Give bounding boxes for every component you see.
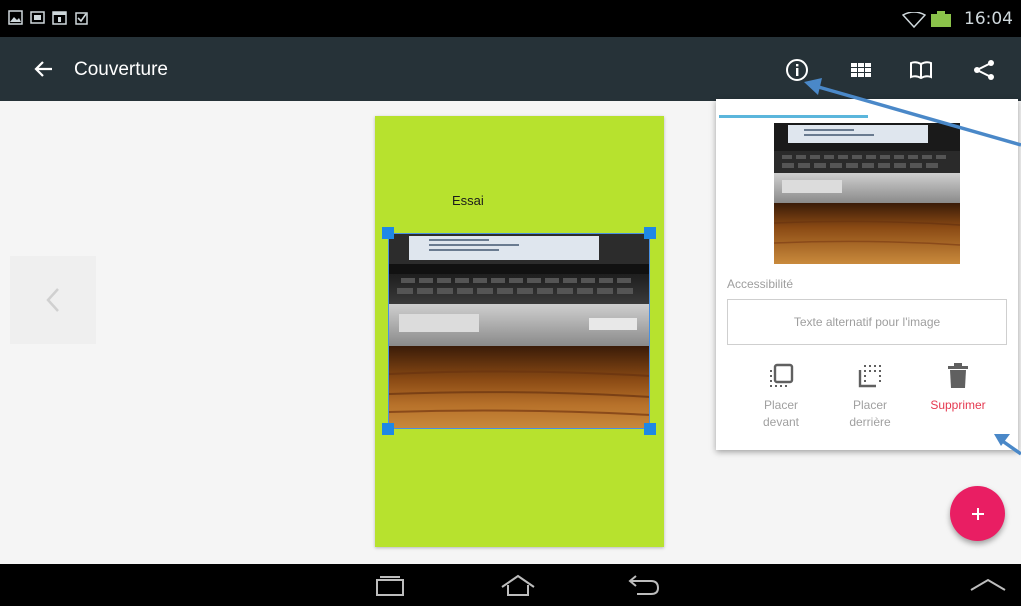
battery-icon (931, 11, 951, 27)
book-icon (910, 61, 932, 80)
app-toolbar: Couverture (0, 37, 1021, 101)
book-page[interactable]: Essai (375, 116, 664, 547)
image-properties-panel: Accessibilité Placer devant Placer derrièr… (716, 99, 1018, 450)
gallery-icon (8, 10, 23, 25)
recent-apps-button[interactable] (370, 572, 410, 598)
back-arrow-icon[interactable] (32, 57, 56, 81)
page-title: Couverture (74, 59, 168, 80)
resize-handle-bottom-right[interactable] (644, 423, 656, 435)
resize-handle-top-right[interactable] (644, 227, 656, 239)
bring-to-front-button[interactable]: Placer devant (741, 361, 821, 431)
home-button[interactable] (498, 572, 538, 598)
system-nav-bar (0, 564, 1021, 606)
alt-text-input[interactable] (727, 299, 1007, 345)
page-text-box[interactable]: Essai (452, 193, 484, 208)
chevron-left-icon (46, 288, 59, 312)
delete-button[interactable]: Supprimer (918, 361, 998, 414)
bring-front-icon (770, 363, 794, 387)
previous-page-button[interactable] (10, 256, 96, 344)
wifi-icon (902, 12, 926, 28)
back-button[interactable] (624, 572, 664, 598)
trash-icon (948, 363, 968, 388)
bring-front-label-2: devant (762, 415, 800, 429)
bring-front-label-1: Placer (763, 398, 798, 412)
send-back-label-1: Placer (852, 398, 887, 412)
selected-image[interactable] (388, 233, 650, 429)
info-icon (786, 59, 808, 81)
send-to-back-button[interactable]: Placer derrière (830, 361, 910, 431)
layout-button[interactable] (846, 55, 876, 85)
screen-icon (30, 11, 45, 24)
book-button[interactable] (906, 55, 936, 85)
info-button[interactable] (782, 55, 812, 85)
expand-button[interactable] (968, 572, 1008, 598)
send-back-icon (858, 365, 881, 388)
plus-icon (971, 507, 984, 520)
clipboard-icon (75, 12, 88, 25)
send-back-label-2: derrière (849, 415, 891, 429)
share-icon (974, 60, 994, 80)
back-icon (628, 575, 660, 595)
grid-icon (851, 63, 871, 77)
expand-icon (970, 578, 1006, 591)
resize-handle-bottom-left[interactable] (382, 423, 394, 435)
active-tab-indicator (719, 115, 868, 118)
laptop-photo (389, 234, 649, 428)
share-button[interactable] (969, 55, 999, 85)
status-bar: 16:04 (0, 0, 1021, 37)
accessibility-label: Accessibilité (727, 277, 794, 291)
add-element-button[interactable] (950, 486, 1005, 541)
recent-apps-icon (376, 576, 404, 596)
clock: 16:04 (964, 9, 1013, 29)
resize-handle-top-left[interactable] (382, 227, 394, 239)
home-icon (501, 574, 535, 596)
calendar-icon (52, 11, 67, 25)
delete-label: Supprimer (930, 398, 986, 412)
image-thumbnail (774, 123, 960, 264)
